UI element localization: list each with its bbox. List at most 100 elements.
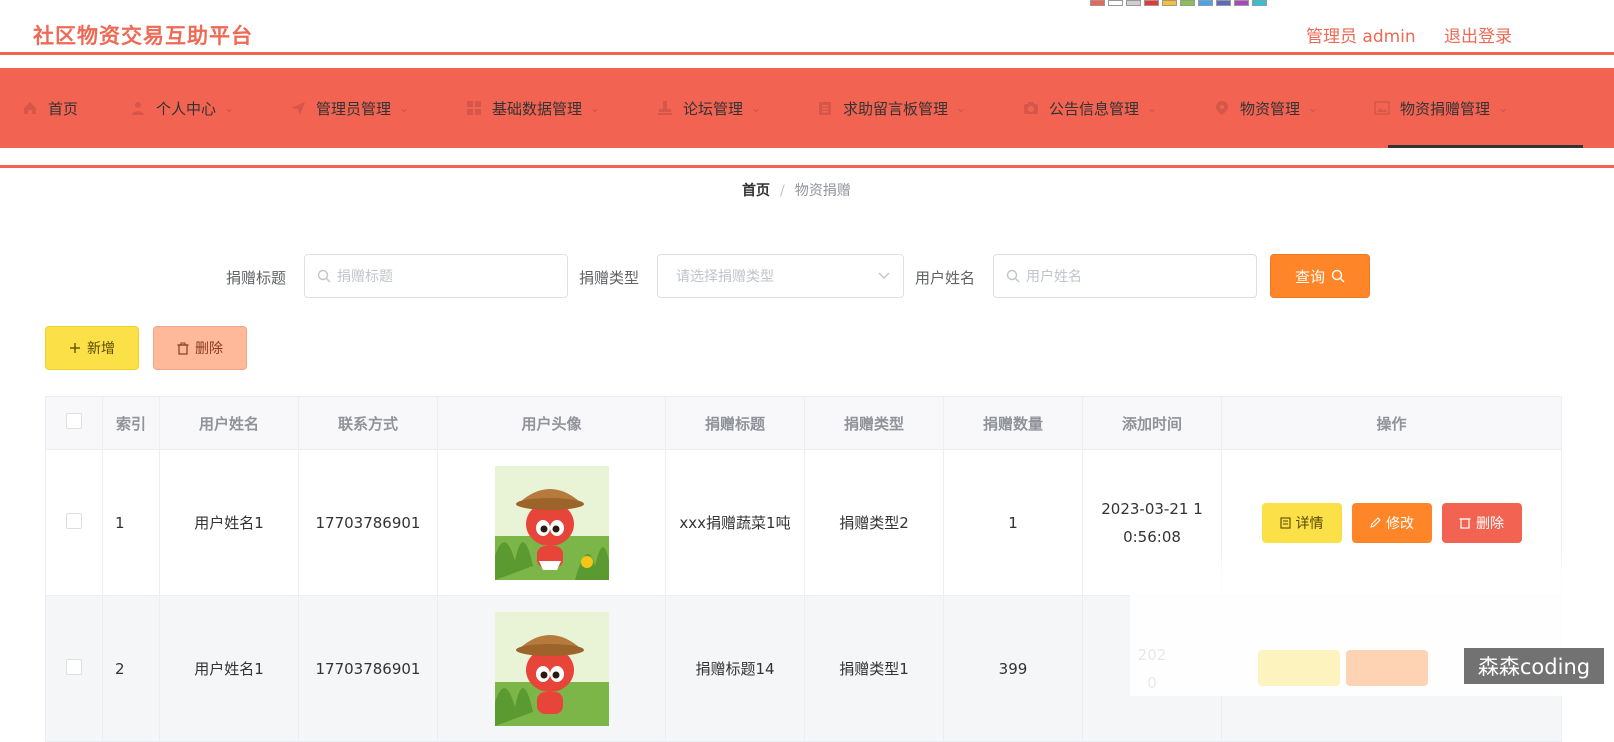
logout-link[interactable]: 退出登录 [1444, 22, 1512, 47]
nav-item-notice[interactable]: 公告信息管理 ⌄ [1023, 68, 1157, 148]
type-select[interactable]: 请选择捐赠类型 [657, 254, 904, 298]
column-header: 操作 [1221, 396, 1562, 450]
row-select-cell[interactable] [45, 595, 103, 742]
trash-icon [1459, 516, 1471, 529]
nav-item-donation[interactable]: 物资捐赠管理 ⌄ [1374, 68, 1508, 148]
nav-divider [0, 165, 1614, 168]
watermark: 森森coding [1464, 648, 1604, 684]
chevron-down-icon: ⌄ [1498, 101, 1509, 115]
nav-item-label: 基础数据管理 [492, 99, 583, 118]
header-divider [0, 52, 1614, 55]
theme-color-swatch[interactable] [1126, 0, 1141, 6]
nav-item-label: 论坛管理 [683, 99, 744, 118]
column-header: 捐赠类型 [804, 396, 944, 450]
add-button[interactable]: 新增 [45, 326, 139, 370]
select-all-cell[interactable] [45, 396, 103, 450]
batch-delete-label: 删除 [195, 341, 223, 357]
edit-button[interactable]: 修改 [1351, 502, 1432, 543]
chevron-down-icon: ⌄ [590, 101, 601, 115]
edit-button-label: 修改 [1386, 515, 1414, 532]
nav-item-admin[interactable]: 管理员管理 ⌄ [290, 68, 409, 148]
theme-color-swatch[interactable] [1234, 0, 1249, 6]
row-type: 捐赠类型1 [804, 595, 944, 742]
nav-item-label: 公告信息管理 [1049, 99, 1140, 118]
breadcrumb-home[interactable]: 首页 [742, 183, 770, 199]
search-icon [1006, 269, 1020, 283]
theme-color-swatch[interactable] [1252, 0, 1267, 6]
picture-icon [1374, 100, 1390, 116]
site-title: 社区物资交易互助平台 [33, 24, 253, 48]
nav-item-forum[interactable]: 论坛管理 ⌄ [657, 68, 761, 148]
user-search-input[interactable]: 用户姓名 [993, 254, 1257, 298]
query-button[interactable]: 查询 [1270, 254, 1370, 298]
nav-item-label: 首页 [48, 99, 79, 118]
grid-icon [466, 100, 482, 116]
blurred-edit-button [1346, 650, 1428, 686]
batch-delete-button[interactable]: 删除 [153, 326, 247, 370]
nav-item-home[interactable]: 首页 [22, 68, 78, 148]
column-header: 用户姓名 [159, 396, 299, 450]
nav-item-basedata[interactable]: 基础数据管理 ⌄ [466, 68, 600, 148]
row-checkbox[interactable] [66, 512, 82, 529]
stamp-icon [657, 100, 673, 116]
detail-button-label: 详情 [1295, 515, 1324, 532]
blurred-detail-button [1258, 650, 1340, 686]
detail-button[interactable]: 详情 [1261, 502, 1342, 543]
column-header: 捐赠数量 [943, 396, 1083, 450]
nav-item-goods[interactable]: 物资管理 ⌄ [1214, 68, 1318, 148]
nav-item-help-board[interactable]: 求助留言板管理 ⌄ [817, 68, 966, 148]
breadcrumb-current: 物资捐赠 [794, 183, 851, 199]
document-icon [1279, 516, 1291, 529]
theme-color-swatch[interactable] [1108, 0, 1123, 6]
theme-color-swatch[interactable] [1198, 0, 1213, 6]
row-time-line1: 2023-03-21 1 [1101, 499, 1203, 518]
trash-icon [177, 342, 189, 355]
theme-color-swatch[interactable] [1144, 0, 1159, 6]
type-filter-label: 捐赠类型 [579, 269, 640, 287]
nav-item-label: 物资捐赠管理 [1400, 99, 1491, 118]
nav-item-label: 管理员管理 [316, 99, 392, 118]
row-avatar-cell [437, 449, 666, 596]
breadcrumb-separator: / [780, 183, 785, 199]
title-search-input[interactable]: 捐赠标题 [304, 254, 568, 298]
nav-item-profile[interactable]: 个人中心 ⌄ [130, 68, 234, 148]
top-header: 社区物资交易互助平台 管理员 admin 退出登录 [0, 0, 1614, 52]
search-icon [1331, 269, 1345, 283]
chevron-down-icon: ⌄ [956, 101, 967, 115]
table-header-row: 索引 用户姓名 联系方式 用户头像 捐赠标题 捐赠类型 捐赠数量 添加时间 操作 [45, 396, 1562, 450]
user-avatar-image [494, 611, 609, 726]
chevron-down-icon: ⌄ [1147, 101, 1158, 115]
admin-user-label: 管理员 admin [1306, 27, 1416, 47]
row-qty: 1 [943, 449, 1083, 596]
row-title: 捐赠标题14 [665, 595, 805, 742]
column-header: 用户头像 [437, 396, 666, 450]
title-search-placeholder: 捐赠标题 [337, 269, 393, 285]
user-filter-label: 用户姓名 [915, 269, 976, 287]
location-icon [1214, 100, 1230, 116]
row-select-cell[interactable] [45, 449, 103, 596]
column-header: 添加时间 [1082, 396, 1222, 450]
select-all-checkbox[interactable] [66, 413, 82, 429]
theme-color-swatch[interactable] [1180, 0, 1195, 6]
chevron-down-icon: ⌄ [751, 101, 762, 115]
theme-color-swatch[interactable] [1162, 0, 1177, 6]
row-user-name: 用户姓名1 [159, 449, 299, 596]
home-icon [22, 100, 38, 116]
theme-color-swatch[interactable] [1090, 0, 1105, 6]
user-search-placeholder: 用户姓名 [1026, 269, 1082, 285]
row-qty: 399 [943, 595, 1083, 742]
clipboard-icon [817, 100, 833, 116]
row-phone: 17703786901 [298, 449, 438, 596]
theme-color-picker[interactable] [1090, 0, 1267, 6]
theme-color-swatch[interactable] [1216, 0, 1231, 6]
chevron-down-icon: ⌄ [224, 101, 235, 115]
delete-button[interactable]: 删除 [1441, 502, 1522, 543]
delete-button-label: 删除 [1476, 515, 1504, 532]
edit-icon [1369, 516, 1381, 529]
row-avatar-cell [437, 595, 666, 742]
nav-item-label: 个人中心 [156, 99, 217, 118]
plus-icon [69, 342, 81, 354]
add-button-label: 新增 [87, 341, 115, 357]
row-checkbox[interactable] [66, 658, 82, 675]
main-nav: 首页 个人中心 ⌄ 管理员管理 ⌄ 基础数据管理 ⌄ 论坛管理 ⌄ 求助留言板管… [0, 68, 1614, 148]
